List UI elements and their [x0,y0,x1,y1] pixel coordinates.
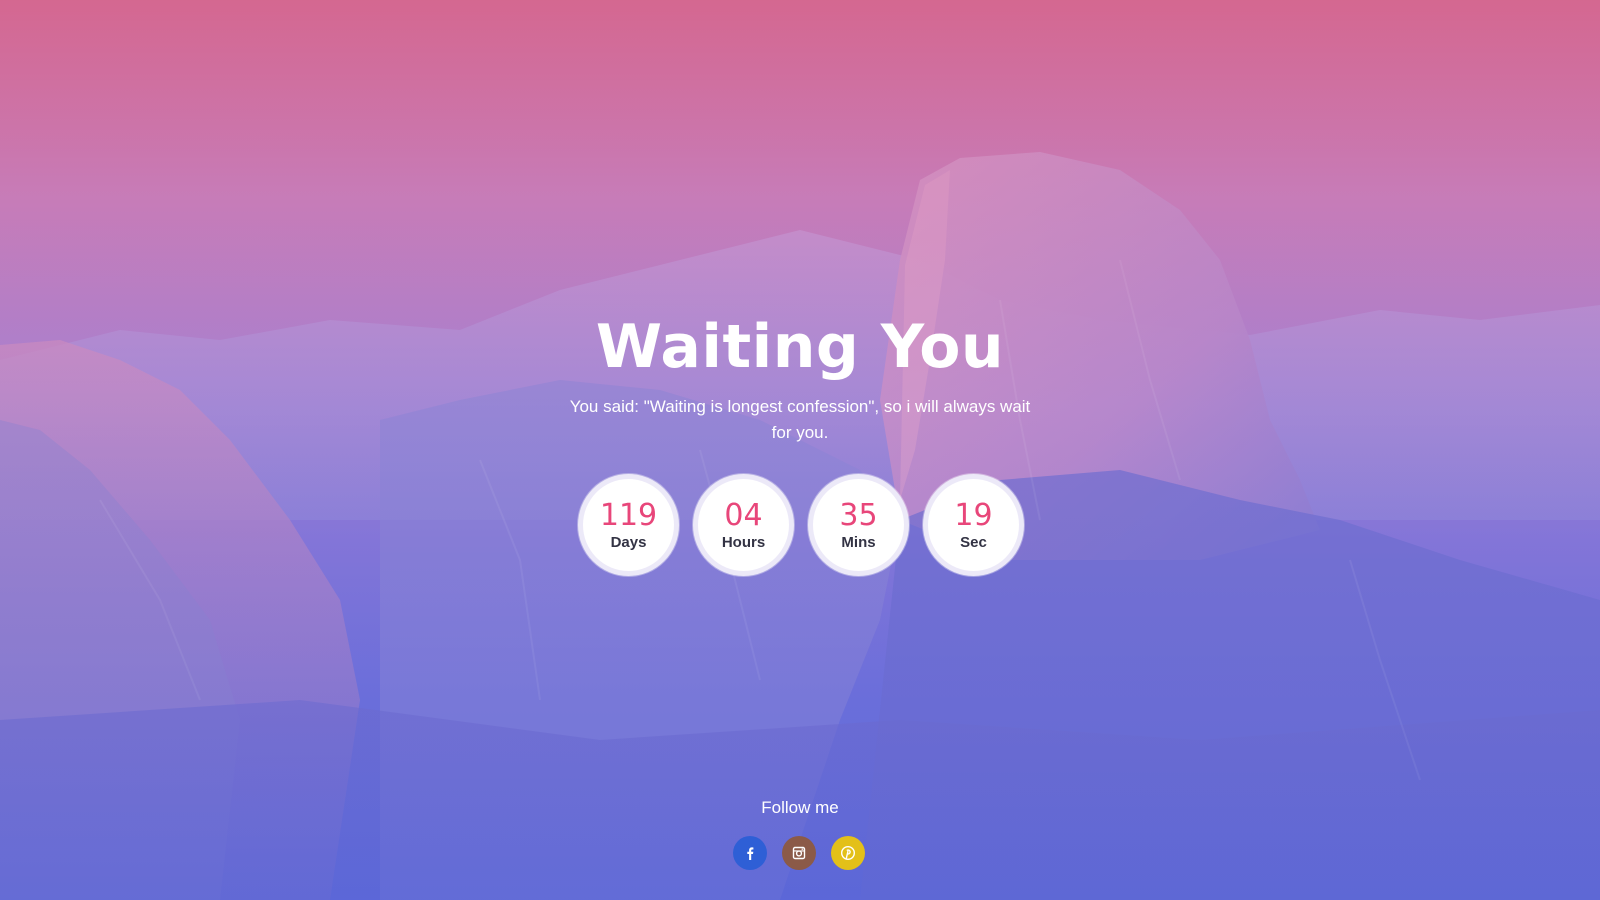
countdown-sec-value: 19 [954,497,993,533]
pinterest-icon [840,845,856,861]
mountain-background-image [0,152,1600,900]
page-background: Waiting You You said: "Waiting is longes… [0,0,1600,900]
follow-label: Follow me [761,798,839,817]
facebook-button[interactable] [733,836,767,870]
countdown-days-value: 119 [599,497,658,533]
countdown-sec-label: Sec [960,533,987,551]
facebook-icon [747,847,754,860]
countdown-hours: 04 Hours [693,474,794,576]
countdown-sec: 19 Sec [923,474,1024,576]
countdown-days: 119 Days [578,474,679,576]
countdown-hours-value: 04 [724,497,763,533]
pinterest-button[interactable] [831,836,865,870]
countdown-mins-value: 35 [839,497,878,533]
social-links [733,836,865,870]
countdown-hours-label: Hours [721,533,766,551]
page-title: Waiting You [595,312,1005,382]
countdown-mins: 35 Mins [808,474,909,576]
instagram-icon [792,846,806,860]
countdown-timer: 119 Days 04 Hours 35 Mins 19 Sec [578,474,1024,576]
countdown-mins-label: Mins [841,533,876,551]
instagram-button[interactable] [782,836,816,870]
page-subtitle: You said: "Waiting is longest confession… [569,397,1031,442]
countdown-days-label: Days [610,533,647,551]
